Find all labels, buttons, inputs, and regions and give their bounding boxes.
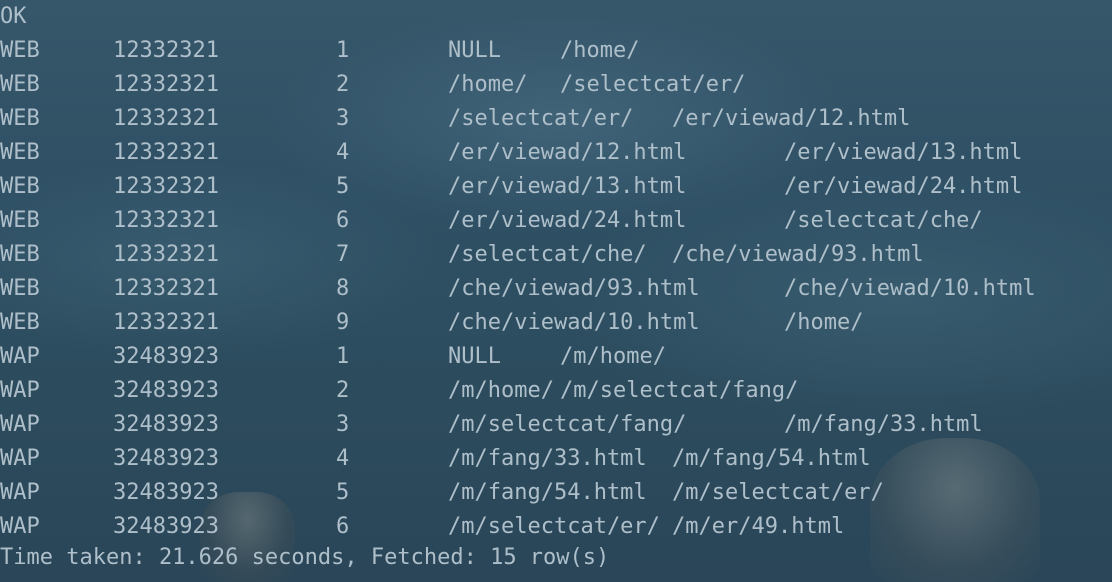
row-seq: 7	[336, 242, 350, 267]
row-seq: 5	[336, 174, 350, 199]
row-to-page: /m/fang/54.html	[672, 446, 871, 471]
row-type: WEB	[0, 276, 40, 301]
row-id: 32483923	[113, 378, 219, 403]
row-seq: 1	[336, 38, 350, 63]
row-to-page: /m/selectcat/er/	[672, 480, 884, 505]
row-to-page: /selectcat/er/	[560, 72, 746, 97]
row-to-page: /er/viewad/12.html	[672, 106, 911, 131]
row-id: 12332321	[113, 208, 219, 233]
row-from-page: /selectcat/er/	[448, 106, 634, 131]
row-to-page: /che/viewad/93.html	[672, 242, 924, 267]
row-to-page: /er/viewad/24.html	[784, 174, 1023, 199]
row-seq: 3	[336, 412, 350, 437]
row-type: WAP	[0, 446, 40, 471]
row-type: WAP	[0, 344, 40, 369]
row-id: 12332321	[113, 276, 219, 301]
row-seq: 2	[336, 378, 350, 403]
row-from-page: /selectcat/che/	[448, 242, 647, 267]
row-type: WEB	[0, 140, 40, 165]
row-type: WEB	[0, 106, 40, 131]
row-from-page: /m/selectcat/fang/	[448, 412, 687, 437]
row-to-page: /selectcat/che/	[784, 208, 983, 233]
row-id: 12332321	[113, 106, 219, 131]
row-to-page: /m/selectcat/fang/	[560, 378, 799, 403]
row-type: WEB	[0, 242, 40, 267]
row-id: 12332321	[113, 310, 219, 335]
row-id: 32483923	[113, 412, 219, 437]
row-seq: 9	[336, 310, 350, 335]
row-type: WAP	[0, 378, 40, 403]
row-from-page: /m/fang/33.html	[448, 446, 647, 471]
row-seq: 4	[336, 446, 350, 471]
row-to-page: /m/home/	[560, 344, 666, 369]
row-from-page: /che/viewad/93.html	[448, 276, 700, 301]
row-from-page: /er/viewad/24.html	[448, 208, 687, 233]
row-seq: 1	[336, 344, 350, 369]
row-to-page: /che/viewad/10.html	[784, 276, 1036, 301]
row-type: WEB	[0, 174, 40, 199]
row-to-page: /m/er/49.html	[672, 514, 845, 539]
row-to-page: /er/viewad/13.html	[784, 140, 1023, 165]
footer-line: Time taken: 21.626 seconds, Fetched: 15 …	[0, 545, 610, 570]
row-from-page: NULL	[448, 344, 501, 369]
row-type: WEB	[0, 38, 40, 63]
row-id: 12332321	[113, 242, 219, 267]
row-type: WAP	[0, 480, 40, 505]
row-from-page: /m/selectcat/er/	[448, 514, 660, 539]
row-from-page: /m/home/	[448, 378, 554, 403]
row-from-page: /che/viewad/10.html	[448, 310, 700, 335]
row-type: WAP	[0, 514, 40, 539]
row-type: WEB	[0, 310, 40, 335]
row-id: 32483923	[113, 446, 219, 471]
row-from-page: /home/	[448, 72, 528, 97]
row-id: 12332321	[113, 72, 219, 97]
row-seq: 5	[336, 480, 350, 505]
row-from-page: /m/fang/54.html	[448, 480, 647, 505]
row-id: 32483923	[113, 514, 219, 539]
row-id: 32483923	[113, 344, 219, 369]
row-id: 12332321	[113, 140, 219, 165]
row-type: WEB	[0, 72, 40, 97]
status-line: OK	[0, 4, 27, 29]
row-seq: 2	[336, 72, 350, 97]
row-from-page: NULL	[448, 38, 501, 63]
row-id: 12332321	[113, 38, 219, 63]
row-seq: 4	[336, 140, 350, 165]
row-type: WAP	[0, 412, 40, 437]
row-seq: 6	[336, 208, 350, 233]
row-seq: 8	[336, 276, 350, 301]
row-seq: 6	[336, 514, 350, 539]
row-to-page: /home/	[784, 310, 864, 335]
terminal-output[interactable]: OK WEB 12332321 1 NULL/home/WEB 12332321 2/ho…	[0, 0, 1112, 582]
row-seq: 3	[336, 106, 350, 131]
row-id: 12332321	[113, 174, 219, 199]
row-type: WEB	[0, 208, 40, 233]
row-id: 32483923	[113, 480, 219, 505]
row-to-page: /m/fang/33.html	[784, 412, 983, 437]
row-from-page: /er/viewad/13.html	[448, 174, 687, 199]
row-from-page: /er/viewad/12.html	[448, 140, 687, 165]
row-to-page: /home/	[560, 38, 640, 63]
